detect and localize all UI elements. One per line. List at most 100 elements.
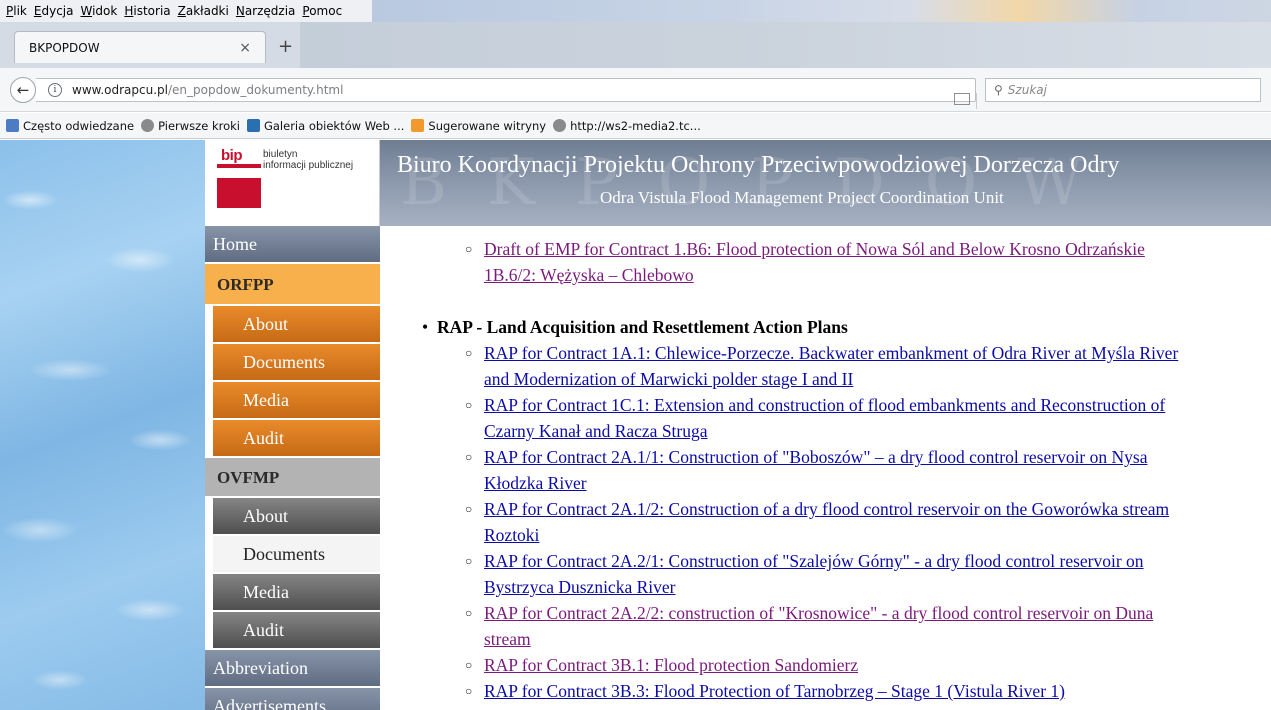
bookmark-galeria[interactable]: Galeria obiektów Web ... bbox=[246, 118, 405, 133]
bookmark-label: http://ws2-media2.tc... bbox=[570, 118, 701, 133]
bip-white-band bbox=[217, 168, 261, 178]
rap-link[interactable]: RAP for Contract 1A.1: Chlewice-Porzecze… bbox=[484, 340, 1271, 392]
rap-link[interactable]: RAP for Contract 2A.1/2: Construction of… bbox=[484, 496, 1271, 548]
nav-ovfmp-media[interactable]: Media bbox=[213, 574, 380, 610]
blurred-background-window bbox=[372, 0, 1271, 22]
urlbar-divider bbox=[976, 93, 977, 109]
nav-orfpp-media[interactable]: Media bbox=[213, 382, 380, 418]
nav-abbreviation[interactable]: Abbreviation bbox=[205, 650, 380, 686]
rap-list-item: RAP for Contract 2A.1/1: Construction of… bbox=[465, 444, 1271, 496]
navigation-toolbar: ← i www.odrapcu.pl/en_popdow_dokumenty.h… bbox=[0, 68, 1271, 112]
rap-list-item: RAP for Contract 1C.1: Extension and con… bbox=[465, 392, 1271, 444]
link-line: Czarny Kanał and Racza Struga bbox=[484, 421, 708, 441]
sugerowane-icon bbox=[411, 119, 425, 132]
back-arrow-icon[interactable]: ← bbox=[10, 77, 36, 103]
menu-widok[interactable]: Widok bbox=[80, 4, 117, 18]
tab-strip: BKPOPDOW × + bbox=[0, 22, 1271, 68]
bookmark-label: Często odwiedzane bbox=[23, 118, 135, 133]
bookmark-ws2-media[interactable]: http://ws2-media2.tc... bbox=[553, 119, 701, 133]
emp-list: Draft of EMP for Contract 1.B6: Flood pr… bbox=[465, 236, 1271, 288]
rap-link[interactable]: RAP for Contract 3B.3: Flood Protection … bbox=[484, 678, 1271, 704]
reader-view-icon[interactable] bbox=[954, 93, 970, 105]
galeria-icon bbox=[246, 119, 260, 132]
rap-heading-text: - Land Acquisition and Resettlement Acti… bbox=[472, 317, 848, 337]
nav-advertisements[interactable]: Advertisements bbox=[205, 688, 380, 710]
rap-list-item: RAP for Contract 3B.3: Flood Protection … bbox=[465, 678, 1271, 704]
menu-bar: Plik Edycja Widok Historia Zakładki Narz… bbox=[0, 0, 1271, 22]
info-icon[interactable]: i bbox=[48, 83, 62, 97]
bip-mark-text: bip bbox=[221, 147, 243, 164]
bip-icon: bip bbox=[217, 146, 261, 208]
url-text[interactable]: www.odrapcu.pl/en_popdow_dokumenty.html bbox=[72, 83, 343, 97]
web-page: bip biuletyn informacji publicznej BKPOP… bbox=[0, 140, 1271, 710]
bookmark-pierwsze-kroki[interactable]: Pierwsze kroki bbox=[141, 119, 240, 133]
search-input[interactable]: ⚲ Szukaj bbox=[985, 78, 1261, 102]
nav-home[interactable]: Home bbox=[205, 226, 380, 262]
page-title: Biuro Koordynacji Projektu Ochrony Przec… bbox=[397, 152, 1120, 178]
link-line: RAP for Contract 2A.1/1: Construction of… bbox=[484, 447, 1148, 467]
page-header: BKPOPDOW Biuro Koordynacji Projektu Ochr… bbox=[380, 140, 1271, 226]
link-line: RAP for Contract 3B.1: Flood protection … bbox=[484, 655, 859, 675]
url-path: /en_popdow_dokumenty.html bbox=[168, 83, 344, 97]
menu-edycja[interactable]: Edycja bbox=[34, 4, 74, 18]
bip-caption-line2: informacji publicznej bbox=[263, 160, 354, 171]
link-line: RAP for Contract 2A.2/2: construction of… bbox=[484, 603, 1154, 623]
bip-caption: biuletyn informacji publicznej bbox=[263, 149, 353, 171]
menu-items: Plik Edycja Widok Historia Zakładki Narz… bbox=[0, 0, 372, 22]
url-host: www.odrapcu.pl bbox=[72, 83, 168, 97]
list-item: Draft of EMP for Contract 1.B6: Flood pr… bbox=[465, 236, 1271, 288]
link-line: 1B.6/2: Wężyska – Chlebowo bbox=[484, 265, 694, 285]
bookmarks-toolbar: Często odwiedzane Pierwsze kroki Galeria… bbox=[0, 113, 1271, 139]
link-line: RAP for Contract 1C.1: Extension and con… bbox=[484, 395, 1166, 415]
link-line: Kłodzka River bbox=[484, 473, 587, 493]
menu-historia[interactable]: Historia bbox=[124, 4, 170, 18]
rap-link[interactable]: RAP for Contract 1C.1: Extension and con… bbox=[484, 392, 1271, 444]
link-line: and Modernization of Marwicki polder sta… bbox=[484, 369, 854, 389]
globe-icon bbox=[553, 119, 567, 132]
rap-list-item: RAP for Contract 2A.2/2: construction of… bbox=[465, 600, 1271, 652]
bookmark-czesto-odwiedzane[interactable]: Często odwiedzane bbox=[6, 119, 134, 133]
rap-list-item: RAP for Contract 2A.1/2: Construction of… bbox=[465, 496, 1271, 548]
rap-link[interactable]: RAP for Contract 3B.1: Flood protection … bbox=[484, 652, 1271, 678]
tab-title: BKPOPDOW bbox=[29, 40, 100, 55]
nav-ovfmp-audit[interactable]: Audit bbox=[213, 612, 380, 648]
bookmark-label: Galeria obiektów Web ... bbox=[263, 118, 405, 133]
nav-orfpp-documents[interactable]: Documents bbox=[213, 344, 380, 380]
nav-orfpp-audit[interactable]: Audit bbox=[213, 420, 380, 456]
rap-list-item: RAP for Contract 1A.1: Chlewice-Porzecze… bbox=[465, 340, 1271, 392]
search-placeholder: Szukaj bbox=[1007, 83, 1047, 97]
bip-logo[interactable]: bip biuletyn informacji publicznej bbox=[205, 140, 380, 226]
url-bar[interactable]: i www.odrapcu.pl/en_popdow_dokumenty.htm… bbox=[36, 78, 1000, 109]
nav-orfpp-about[interactable]: About bbox=[213, 306, 380, 342]
tab-bkpopdow[interactable]: BKPOPDOW × bbox=[14, 31, 266, 63]
menu-zakladki[interactable]: Zakładki bbox=[178, 4, 229, 18]
rap-list: RAP for Contract 1A.1: Chlewice-Porzecze… bbox=[465, 340, 1271, 704]
nav-ovfmp-documents[interactable]: Documents bbox=[213, 536, 380, 572]
side-navigation: Home ORFPP About Documents Media Audit O… bbox=[205, 226, 380, 710]
link-line: RAP for Contract 3B.3: Flood Protection … bbox=[484, 681, 1065, 701]
rap-link[interactable]: RAP for Contract 2A.1/1: Construction of… bbox=[484, 444, 1271, 496]
emp-link[interactable]: Draft of EMP for Contract 1.B6: Flood pr… bbox=[484, 236, 1271, 288]
blurred-tabstrip-background bbox=[300, 22, 1271, 68]
new-tab-icon[interactable]: + bbox=[278, 36, 293, 57]
folder-icon bbox=[6, 119, 19, 132]
nav-orfpp[interactable]: ORFPP bbox=[205, 264, 380, 304]
menu-plik[interactable]: Plik bbox=[6, 4, 27, 18]
link-line: stream bbox=[484, 629, 531, 649]
bookmark-label: Sugerowane witryny bbox=[428, 118, 547, 133]
main-content: Draft of EMP for Contract 1.B6: Flood pr… bbox=[380, 226, 1271, 710]
bookmark-label: Pierwsze kroki bbox=[158, 118, 240, 133]
globe-icon bbox=[141, 119, 155, 132]
close-tab-icon[interactable]: × bbox=[239, 40, 251, 56]
rap-heading-bold: RAP bbox=[437, 317, 472, 337]
bookmark-sugerowane[interactable]: Sugerowane witryny bbox=[411, 119, 546, 133]
rap-link[interactable]: RAP for Contract 2A.2/2: construction of… bbox=[484, 600, 1271, 652]
link-line: Bystrzyca Dusznicka River bbox=[484, 577, 676, 597]
menu-narzedzia[interactable]: Narzędzia bbox=[236, 4, 296, 18]
link-line: RAP for Contract 2A.2/1: Construction of… bbox=[484, 551, 1144, 571]
nav-ovfmp[interactable]: OVFMP bbox=[205, 458, 380, 496]
water-background-image bbox=[0, 140, 205, 710]
nav-ovfmp-about[interactable]: About bbox=[213, 498, 380, 534]
menu-pomoc[interactable]: Pomoc bbox=[302, 4, 342, 18]
rap-link[interactable]: RAP for Contract 2A.2/1: Construction of… bbox=[484, 548, 1271, 600]
